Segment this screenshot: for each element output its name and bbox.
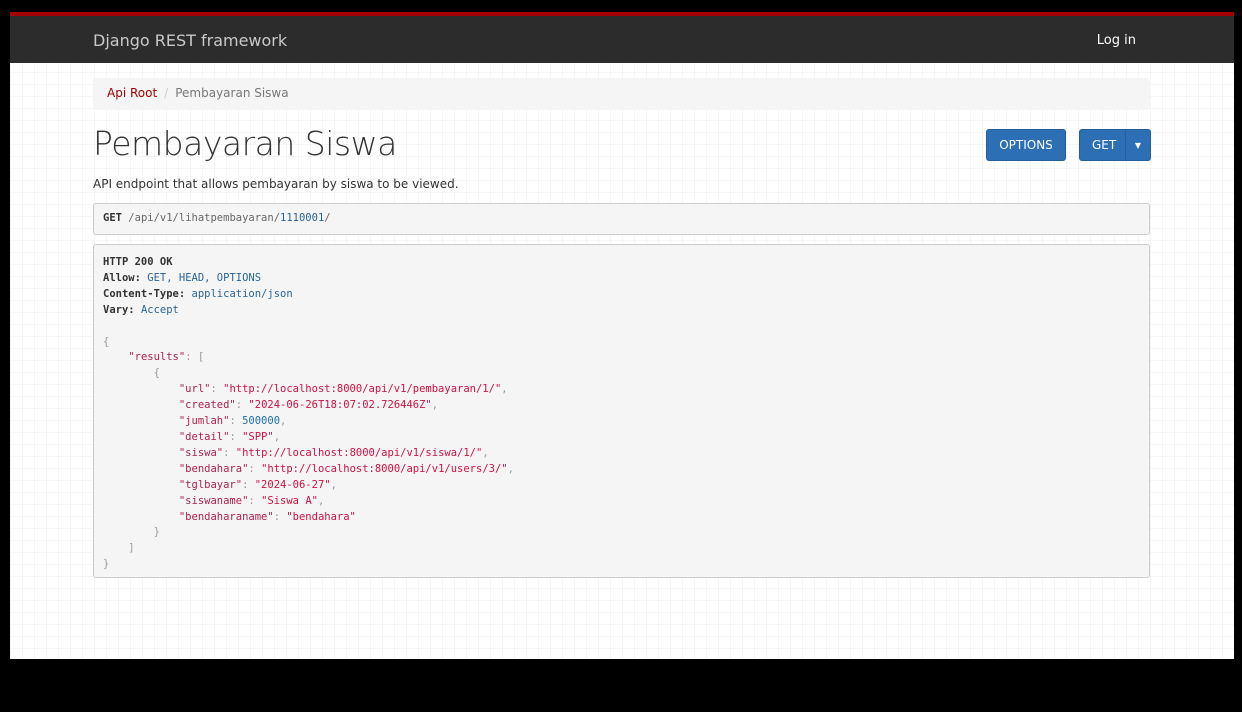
header-name: Allow: [103,271,141,284]
get-button-label: GET [1092,138,1117,152]
endpoint-description: API endpoint that allows pembayaran by s… [93,177,459,191]
json-key: "results" [128,351,186,364]
json-value: "Siswa A" [261,494,318,507]
json-value: "SPP" [242,430,274,443]
header-name: Vary: [103,303,135,316]
json-value: "http://localhost:8000/api/v1/users/3/" [261,462,508,475]
json-key: "created" [178,399,236,412]
json-value: "http://localhost:8000/api/v1/siswa/1/" [235,446,483,459]
caret-down-icon: ▼ [1134,140,1142,150]
get-button[interactable]: GET ▼ [1079,129,1151,161]
header-value: Accept [140,303,179,316]
json-key: "tglbayar" [178,478,243,491]
navbar: Django REST framework Log in [10,12,1234,63]
login-link[interactable]: Log in [1097,33,1136,48]
json-key: "siswa" [178,446,224,459]
get-format-dropdown-toggle[interactable]: ▼ [1125,130,1150,160]
header-value: application/json [191,287,293,300]
request-info: GET /api/v1/lihatpembayaran/1110001/ [93,203,1150,235]
json-value: "2024-06-27" [254,478,331,491]
json-key: "jumlah" [178,415,230,428]
navbar-brand[interactable]: Django REST framework [93,31,287,50]
breadcrumb-separator: / [164,86,169,100]
options-button[interactable]: OPTIONS [986,129,1066,161]
json-value: "2024-06-26T18:07:02.726446Z" [248,399,432,412]
json-key: "bendahara" [178,462,249,475]
json-key: "detail" [178,430,230,443]
page-title: Pembayaran Siswa [93,124,397,163]
breadcrumb-api-root[interactable]: Api Root [107,86,157,100]
request-id-link[interactable]: 1110001 [280,212,324,224]
request-path-trailing: / [324,212,331,224]
json-value: 500000 [242,415,281,428]
options-button-label: OPTIONS [999,138,1053,152]
response-info: HTTP 200 OK Allow: GET, HEAD, OPTIONS Co… [93,244,1150,578]
json-key: "siswaname" [178,494,249,507]
browser-viewport: Django REST framework Log in Api Root / Pe… [10,12,1234,659]
breadcrumb-current: Pembayaran Siswa [175,86,289,100]
request-method: GET [103,212,122,224]
breadcrumb: Api Root / Pembayaran Siswa [93,78,1150,110]
json-key: "url" [178,383,211,396]
request-path: /api/v1/lihatpembayaran/ [128,212,281,224]
json-value: "http://localhost:8000/api/v1/pembayaran… [223,383,502,396]
header-value: GET, HEAD, OPTIONS [147,271,262,284]
response-status: HTTP 200 OK [103,256,173,268]
header-name: Content-Type: [103,287,186,300]
json-key: "bendaharaname" [178,510,274,523]
json-value: "bendahara" [286,510,356,523]
